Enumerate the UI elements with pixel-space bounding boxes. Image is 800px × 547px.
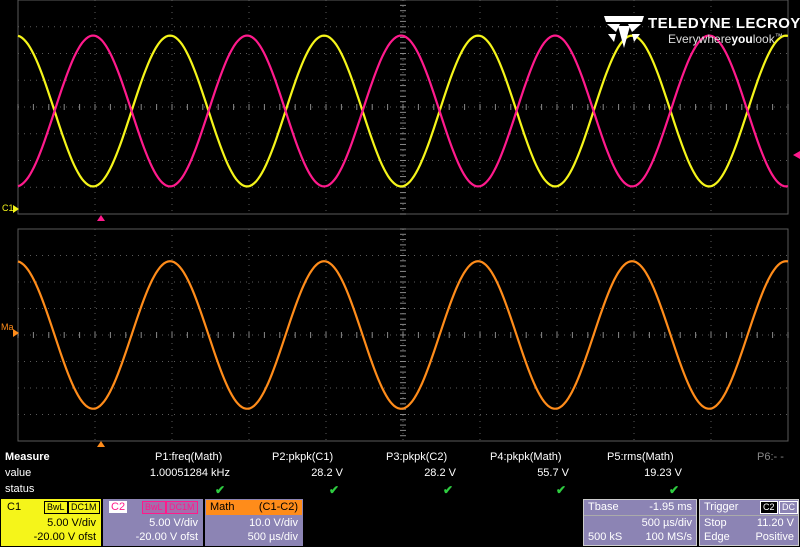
- trigger-mode: Stop: [704, 517, 727, 529]
- status-ok-icon-p2: ✔: [329, 483, 340, 497]
- c1-scale: 5.00 V/div: [47, 517, 96, 529]
- param-name-p1[interactable]: P1:freq(Math): [155, 451, 222, 463]
- trigger-label: Trigger: [704, 501, 739, 513]
- status-ok-icon-p3: ✔: [443, 483, 454, 497]
- math-channel-marker: Ma: [1, 322, 14, 332]
- param-name-p4[interactable]: P4:pkpk(Math): [490, 451, 562, 463]
- trigger-slope: Positive: [755, 531, 794, 543]
- tbase-delay: -1.95 ms: [649, 501, 692, 513]
- math-descriptor-box[interactable]: Math (C1-C2) 10.0 V/div 500 µs/div: [205, 499, 303, 546]
- param-name-p2[interactable]: P2:pkpk(C1): [272, 451, 333, 463]
- c2-bwl-tag: BwL: [142, 501, 166, 514]
- waveform-display[interactable]: [0, 0, 800, 451]
- tbase-sample-rate: 100 MS/s: [645, 531, 692, 543]
- tbase-time-per-div: 500 µs/div: [641, 517, 692, 529]
- status-ok-icon-p4: ✔: [556, 483, 567, 497]
- c2-scale: 5.00 V/div: [149, 517, 198, 529]
- c2-box-label: C2: [109, 501, 128, 513]
- param-value-p4: 55.7 V: [537, 467, 569, 479]
- math-scale: 10.0 V/div: [249, 517, 298, 529]
- param-value-p2: 28.2 V: [311, 467, 343, 479]
- measure-value-label: value: [5, 467, 32, 479]
- tbase-samples: 500 kS: [588, 531, 623, 543]
- c1-channel-marker: C1: [2, 203, 14, 213]
- c1-bwl-tag: BwL: [44, 501, 68, 514]
- c2-offset: -20.00 V ofst: [135, 531, 198, 543]
- timebase-descriptor-box[interactable]: Tbase -1.95 ms 500 µs/div 500 kS 100 MS/…: [583, 499, 697, 546]
- param-value-p5: 19.23 V: [644, 467, 682, 479]
- param-value-p1: 1.00051284 kHz: [149, 467, 230, 479]
- math-expression: (C1-C2): [258, 501, 298, 513]
- c1-offset: -20.00 V ofst: [33, 531, 96, 543]
- teledyne-lecroy-logo: TELEDYNE LECROY Everywhereyoulook™: [604, 14, 800, 48]
- c2-waveform: [17, 34, 789, 188]
- c2-coupling-tag: DC1M: [166, 501, 198, 514]
- c1-descriptor-box[interactable]: C1 BwL DC1M 5.00 V/div -20.00 V ofst: [1, 499, 101, 546]
- trigger-type: Edge: [704, 531, 730, 543]
- measure-title: Measure: [5, 451, 50, 463]
- c1-box-label: C1: [7, 501, 22, 513]
- param-name-p5[interactable]: P5:rms(Math): [607, 451, 674, 463]
- trigger-source-tag: C2: [760, 501, 778, 514]
- trigger-level-marker[interactable]: [793, 151, 800, 159]
- trigger-level: 11.20 V: [756, 517, 794, 529]
- trigger-descriptor-box[interactable]: Trigger C2 DC Stop 11.20 V Edge Positive: [699, 499, 799, 546]
- param-name-p3[interactable]: P3:pkpk(C2): [386, 451, 447, 463]
- measure-table[interactable]: Measure P1:freq(Math) P2:pkpk(C1) P3:pkp…: [0, 451, 800, 499]
- math-timebase: 500 µs/div: [247, 531, 298, 543]
- param-name-p6[interactable]: P6:- -: [757, 451, 784, 463]
- logo-brand-text: TELEDYNE LECROY: [648, 15, 800, 32]
- math-trigger-position-marker[interactable]: [97, 441, 105, 447]
- logo-tagline: Everywhereyoulook™: [668, 32, 783, 46]
- status-ok-icon-p5: ✔: [669, 483, 680, 497]
- status-ok-icon-p1: ✔: [215, 483, 226, 497]
- c1-waveform: [17, 34, 789, 188]
- trigger-coupling-tag: DC: [779, 501, 798, 514]
- c2-descriptor-box[interactable]: C2 BwL DC1M 5.00 V/div -20.00 V ofst: [103, 499, 203, 546]
- tbase-label: Tbase: [588, 501, 619, 513]
- param-value-p3: 28.2 V: [424, 467, 456, 479]
- c1-coupling-tag: DC1M: [68, 501, 100, 514]
- teledyne-logo-icon: [604, 16, 644, 48]
- measure-status-label: status: [5, 483, 35, 495]
- c1-trigger-position-marker[interactable]: [97, 215, 105, 221]
- math-box-label: Math: [210, 501, 235, 513]
